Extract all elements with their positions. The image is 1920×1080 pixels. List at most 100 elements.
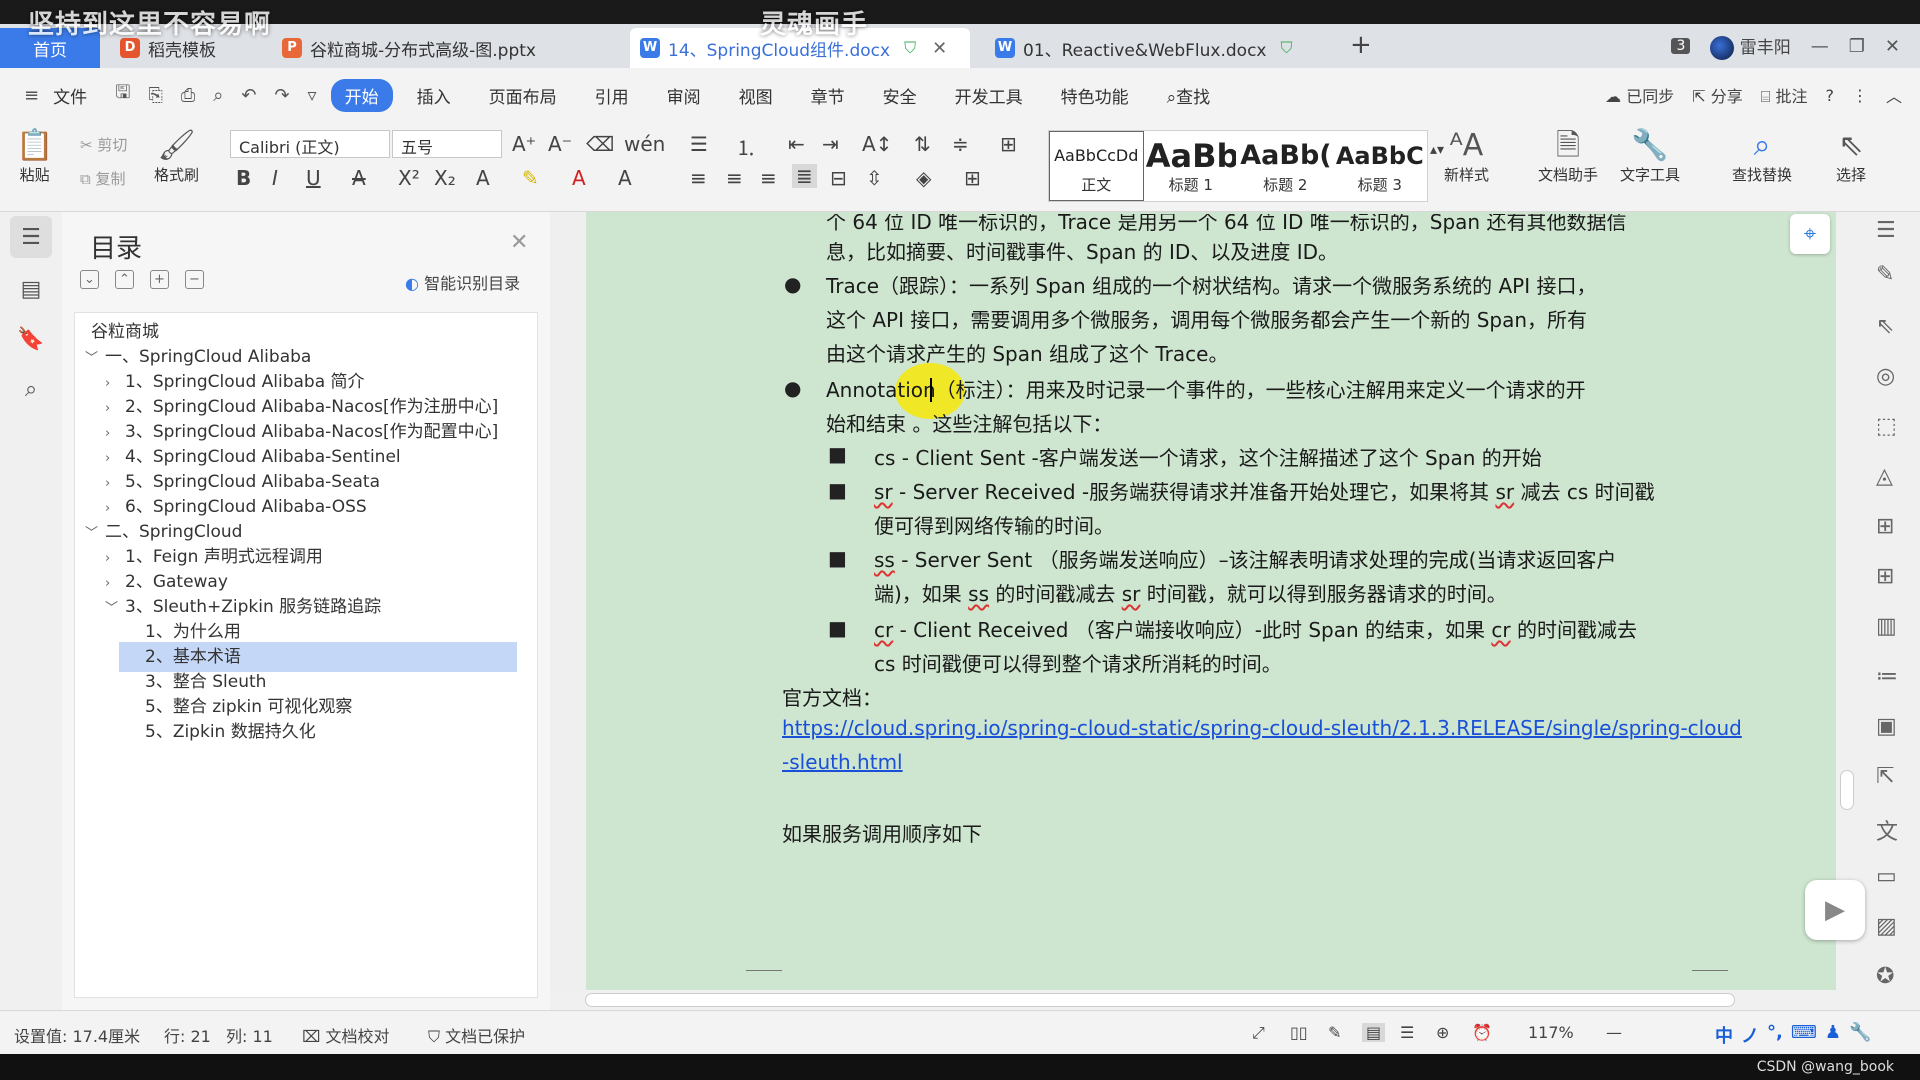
collapse-ribbon-icon[interactable]: ︿	[1886, 83, 1902, 107]
menu-dev-tools[interactable]: 开发工具	[941, 79, 1037, 112]
official-doc-link[interactable]: https://cloud.spring.io/spring-cloud-sta…	[782, 716, 1742, 740]
fill-icon[interactable]: ◬	[1876, 464, 1893, 489]
subscript-icon[interactable]: X₂	[434, 166, 456, 190]
tab-reactive-docx[interactable]: W 01、Reactive&WebFlux.docx ⛉	[985, 28, 1330, 68]
official-doc-link-cont[interactable]: -sleuth.html	[782, 750, 903, 774]
web-view-icon[interactable]: ⊕	[1436, 1023, 1449, 1042]
copy-button[interactable]: ⧉ 复制	[80, 168, 126, 189]
find-panel-icon[interactable]: ⌕	[10, 368, 52, 410]
sync-status[interactable]: ☁ 已同步	[1605, 83, 1674, 107]
sort-icon[interactable]: ⇅	[914, 132, 931, 156]
bold-icon[interactable]: B	[236, 166, 251, 190]
share-export-icon[interactable]: ⇱	[1876, 764, 1894, 789]
ime-item[interactable]: °,	[1767, 1022, 1783, 1048]
highlight-icon[interactable]: ✎	[522, 166, 539, 190]
protected-status[interactable]: ⛉ 文档已保护	[428, 1023, 525, 1047]
location-pin-icon[interactable]: ⌖	[1790, 214, 1830, 254]
customize-icon[interactable]: ▿	[304, 85, 321, 106]
image-icon[interactable]: ▨	[1876, 914, 1897, 939]
smart-toc-button[interactable]: ◐ 智能识别目录	[405, 270, 520, 294]
paragraph-spacing-icon[interactable]: ⇳	[866, 166, 883, 190]
font-color-icon[interactable]: A	[572, 166, 586, 190]
collapse-all-icon[interactable]: ⌃	[115, 270, 134, 289]
style-heading-3[interactable]: AaBbC 标题 3	[1333, 131, 1428, 201]
menu-review[interactable]: 审阅	[653, 79, 715, 112]
find-replace-button[interactable]: ⌕ 查找替换	[1732, 128, 1792, 185]
redo-icon[interactable]: ↷	[270, 85, 293, 106]
archive-icon[interactable]: ▭	[1876, 864, 1897, 889]
decrease-font-icon[interactable]: A⁻	[548, 132, 572, 156]
toc-panel-icon[interactable]: ☰	[10, 216, 52, 258]
numbered-list-icon[interactable]: ⒈	[736, 132, 756, 161]
toc-item[interactable]: 5、Zipkin 数据持久化	[75, 717, 537, 747]
tab-pptx[interactable]: P 谷粒商城-分布式高级-图.pptx	[272, 28, 622, 68]
ime-item[interactable]: ⌨	[1791, 1022, 1817, 1048]
justify-icon[interactable]: ≣	[792, 164, 817, 188]
align-center-icon[interactable]: ≡	[726, 166, 743, 190]
print-preview-icon[interactable]: ⌕	[209, 85, 227, 106]
ime-item[interactable]: 🔧	[1849, 1022, 1871, 1048]
reading-mode-icon[interactable]: ▯▯	[1290, 1023, 1308, 1042]
menu-insert[interactable]: 插入	[403, 79, 465, 112]
menu-chapter[interactable]: 章节	[797, 79, 859, 112]
increase-indent-icon[interactable]: ⇥	[822, 132, 839, 156]
format-painter-button[interactable]: 🖌 格式刷	[154, 128, 199, 185]
save-icon[interactable]: 🖫	[111, 80, 134, 110]
eye-care-icon[interactable]: ⏰	[1472, 1023, 1492, 1042]
ime-item[interactable]: ♟	[1825, 1022, 1841, 1048]
menu-search[interactable]: ⌕查找	[1153, 79, 1225, 112]
collapse-sidebar-icon[interactable]: ☰	[1876, 218, 1896, 243]
doc-assistant-button[interactable]: 🗎 文档助手	[1538, 128, 1598, 185]
target-icon[interactable]: ◎	[1876, 364, 1895, 389]
ime-item[interactable]: ノ	[1741, 1022, 1759, 1048]
close-icon[interactable]: ✕	[510, 230, 528, 255]
chart-icon[interactable]: ▥	[1876, 614, 1897, 639]
style-normal[interactable]: AaBbCcDd 正文	[1049, 131, 1144, 201]
increase-font-icon[interactable]: A⁺	[512, 132, 536, 156]
zoom-level[interactable]: 117%	[1528, 1023, 1574, 1042]
fullscreen-icon[interactable]: ⤢	[1252, 1023, 1265, 1043]
paste-button[interactable]: 📋 粘贴	[16, 128, 53, 185]
clear-format-icon[interactable]: ⌫	[586, 132, 614, 156]
cut-button[interactable]: ✂ 剪切	[80, 134, 127, 155]
apps-grid-icon[interactable]: ⊞	[1876, 564, 1894, 589]
underline-icon[interactable]: U	[306, 166, 321, 190]
text-direction-icon[interactable]: A↕	[862, 132, 892, 156]
menu-features[interactable]: 特色功能	[1047, 79, 1143, 112]
phonetic-icon[interactable]: wén	[624, 132, 665, 156]
translate-icon[interactable]: 文	[1876, 814, 1898, 846]
shading-icon[interactable]: ◈	[916, 166, 931, 190]
border-icon[interactable]: ⊞	[964, 166, 981, 190]
shapes-icon[interactable]: ⬚	[1876, 414, 1897, 439]
proofread-button[interactable]: ⌧ 文档校对	[302, 1023, 390, 1047]
horizontal-scroll-thumb[interactable]	[585, 993, 1735, 1007]
minimize-icon[interactable]: —	[1811, 36, 1829, 57]
pointer-icon[interactable]: ⇖	[1876, 314, 1894, 339]
font-size-select[interactable]: 五号	[392, 130, 502, 158]
print-icon[interactable]: ⎙	[177, 85, 199, 106]
menu-references[interactable]: 引用	[581, 79, 643, 112]
badge-icon[interactable]: ✪	[1876, 964, 1894, 989]
distribute-icon[interactable]: ⊟	[830, 166, 847, 190]
close-window-icon[interactable]: ✕	[1885, 36, 1900, 57]
italic-icon[interactable]: I	[272, 166, 278, 190]
write-mode-icon[interactable]: ✎	[1328, 1023, 1341, 1042]
bookmark-icon[interactable]: 🔖	[10, 318, 52, 360]
hamburger-icon[interactable]: ≡	[20, 85, 43, 106]
vertical-scroll-thumb[interactable]	[1840, 770, 1854, 810]
gallery-icon[interactable]: ▣	[1876, 714, 1897, 739]
style-heading-1[interactable]: AaBb 标题 1	[1144, 131, 1239, 201]
ime-item[interactable]: 中	[1715, 1022, 1733, 1048]
decrease-indent-icon[interactable]: ⇤	[788, 132, 805, 156]
menu-security[interactable]: 安全	[869, 79, 931, 112]
export-icon[interactable]: ⎘	[144, 85, 166, 106]
zoom-out-icon[interactable]: —	[1606, 1023, 1622, 1042]
more-icon[interactable]: ⋮	[1852, 86, 1868, 105]
menu-file[interactable]: 文件	[53, 79, 101, 112]
new-tab-plus-icon[interactable]: +	[1350, 30, 1372, 60]
table-icon[interactable]: ⊞	[1876, 514, 1894, 539]
expand-all-icon[interactable]: ⌄	[80, 270, 99, 289]
page-view-icon[interactable]: ▤	[1362, 1023, 1386, 1042]
sliders-icon[interactable]: ≔	[1876, 664, 1898, 689]
text-effect-icon[interactable]: A	[476, 166, 490, 190]
